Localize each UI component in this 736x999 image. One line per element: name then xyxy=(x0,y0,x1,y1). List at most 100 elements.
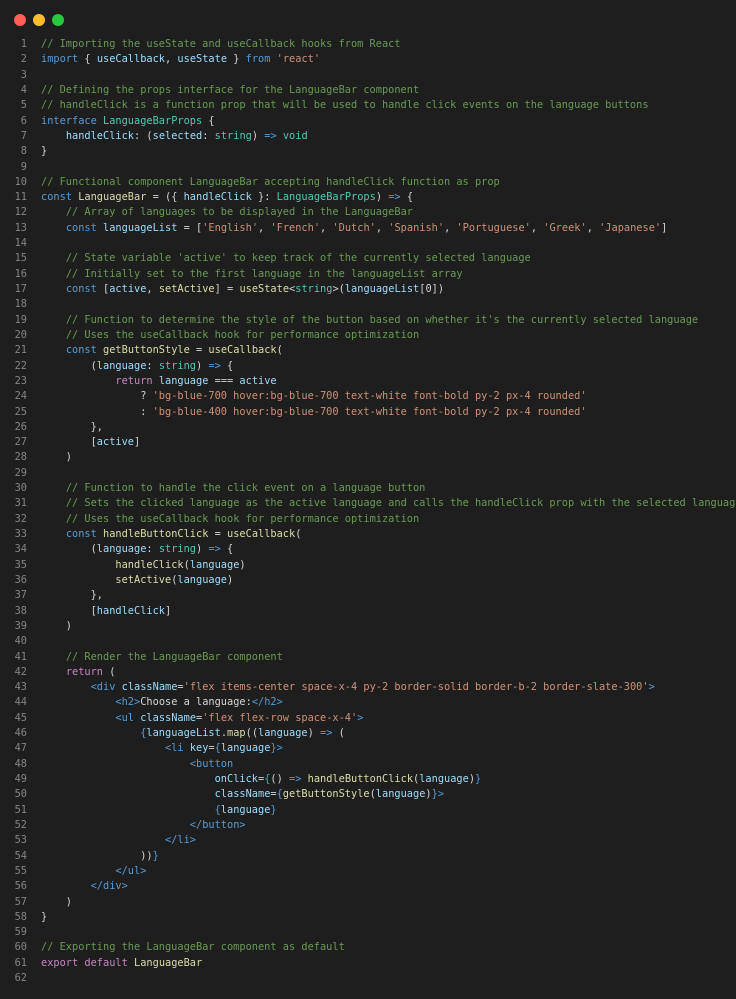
line-number: 9 xyxy=(20,160,27,173)
code-token: useCallback xyxy=(208,344,277,357)
line-number: 22 xyxy=(14,359,27,372)
zoom-button[interactable] xyxy=(52,14,64,26)
code-token: [0]) xyxy=(419,283,445,295)
line-number: 20 xyxy=(14,328,27,341)
code-line: 37 }, xyxy=(0,588,736,603)
code-text: } xyxy=(41,910,47,925)
code-token: } xyxy=(152,849,159,862)
line-number: 35 xyxy=(14,558,27,571)
code-token: <li xyxy=(165,742,184,755)
code-token: , xyxy=(530,221,544,234)
code-text: // Defining the props interface for the … xyxy=(41,83,419,98)
line-number: 31 xyxy=(14,497,27,510)
code-token: map xyxy=(227,727,246,740)
code-token: ) xyxy=(239,558,246,571)
code-token: { xyxy=(220,543,234,556)
code-token: , xyxy=(165,53,178,66)
code-token: { xyxy=(400,191,414,204)
code-token: ) xyxy=(41,895,72,908)
code-line: 12 // Array of languages to be displayed… xyxy=(0,205,736,220)
line-number: 51 xyxy=(14,803,27,816)
code-token: = ({ xyxy=(146,191,184,204)
code-token: useState xyxy=(239,283,290,295)
code-token: // Functional component LanguageBar acce… xyxy=(41,175,500,188)
code-token: handleClick xyxy=(183,191,252,204)
code-token: language xyxy=(419,773,469,785)
code-token: void xyxy=(282,129,308,142)
code-token: LanguageBar xyxy=(134,956,203,969)
line-number: 58 xyxy=(14,910,27,923)
close-button[interactable] xyxy=(14,14,26,26)
code-token: => xyxy=(208,543,221,556)
code-text: <button xyxy=(41,757,233,772)
code-text: {languageList.map((language) => ( xyxy=(41,726,345,741)
line-number: 34 xyxy=(14,543,27,556)
minimize-button[interactable] xyxy=(33,14,45,26)
code-line: 55 </ul> xyxy=(0,864,736,879)
code-token: > xyxy=(437,788,445,801)
line-number: 25 xyxy=(14,405,27,418)
line-number: 10 xyxy=(14,175,27,188)
code-line: 56 </div> xyxy=(0,879,736,894)
code-token: </ul> xyxy=(115,864,147,877)
code-token: , xyxy=(146,283,159,295)
line-number: 5 xyxy=(20,99,27,112)
line-number: 57 xyxy=(14,895,27,908)
code-token: ) xyxy=(251,129,265,142)
line-number: 49 xyxy=(14,773,27,785)
code-token: // Importing the useState and useCallbac… xyxy=(41,38,401,50)
code-token: // Array of languages to be displayed in… xyxy=(65,206,413,219)
code-token: </li> xyxy=(165,834,196,847)
code-token: : xyxy=(41,405,153,418)
code-token: ) xyxy=(307,727,321,740)
code-text: : 'bg-blue-400 hover:bg-blue-700 text-wh… xyxy=(41,405,586,420)
line-number: 24 xyxy=(14,390,27,403)
code-line: 21 const getButtonStyle = useCallback( xyxy=(0,343,736,358)
code-token: { xyxy=(220,359,234,372)
code-token: }, xyxy=(41,589,103,602)
code-text: <li key={language}> xyxy=(41,741,283,756)
code-text: <div className='flex items-center space-… xyxy=(41,680,655,695)
code-token: 'Greek' xyxy=(543,221,587,234)
code-line: 26 }, xyxy=(0,420,736,435)
code-text: ) xyxy=(41,450,72,465)
code-line: 28 ) xyxy=(0,450,736,465)
line-number: 11 xyxy=(14,191,27,204)
code-token: [ xyxy=(41,604,97,617)
code-token: const xyxy=(65,528,97,540)
code-line: 30 // Function to handle the click event… xyxy=(0,481,736,496)
code-text: // State variable 'active' to keep track… xyxy=(41,251,531,266)
line-number: 2 xyxy=(20,53,27,66)
line-number: 26 xyxy=(14,420,27,433)
code-line: 32 // Uses the useCallback hook for perf… xyxy=(0,512,736,527)
code-token: default xyxy=(84,956,128,969)
code-token: handleClick xyxy=(65,129,135,142)
code-token: 'Spanish' xyxy=(388,221,445,234)
code-text: // Importing the useState and useCallbac… xyxy=(41,37,401,52)
code-text: <ul className='flex flex-row space-x-4'> xyxy=(41,711,363,726)
code-token: [ xyxy=(41,436,97,449)
code-line: 54 ))} xyxy=(0,849,736,864)
code-token: ] xyxy=(165,604,172,617)
line-number: 6 xyxy=(20,114,27,127)
code-token: = xyxy=(189,344,209,357)
code-token: === xyxy=(208,374,240,387)
code-line: 23 return language === active xyxy=(0,374,736,389)
code-token: : xyxy=(146,359,159,372)
code-token: => xyxy=(289,773,302,785)
code-token: )) xyxy=(41,849,153,862)
code-token: => xyxy=(264,129,277,142)
line-number: 44 xyxy=(14,696,27,709)
code-text: // Render the LanguageBar component xyxy=(41,650,283,665)
code-line: 36 setActive(language) xyxy=(0,573,736,588)
code-token: getButtonStyle xyxy=(282,788,370,801)
code-text: } xyxy=(41,144,47,159)
